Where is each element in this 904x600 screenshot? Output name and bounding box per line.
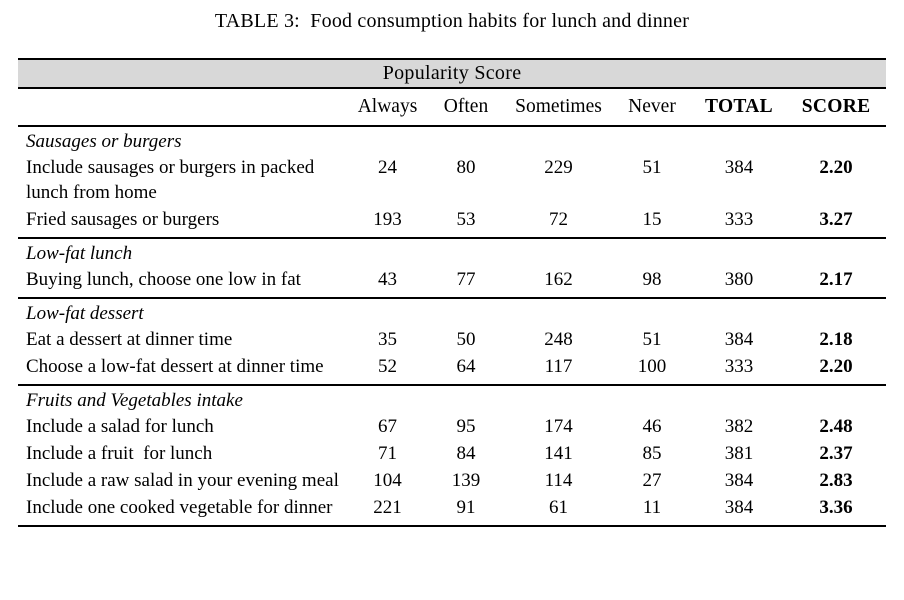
table-row: Include a fruit for lunch 71 84 141 85 381 2.3… xyxy=(18,440,886,467)
cell-sometimes: 141 xyxy=(544,443,573,464)
cell-never: 100 xyxy=(637,356,667,377)
cell-always: 67 xyxy=(378,416,397,437)
cell-never: 51 xyxy=(642,329,662,350)
column-header-sometimes: Sometimes xyxy=(515,96,602,117)
cell-total: 381 xyxy=(724,443,754,464)
section-title: Low-fat lunch xyxy=(26,243,133,264)
row-label: Choose a low-fat dessert at dinner time xyxy=(26,356,324,377)
cell-total: 384 xyxy=(724,157,754,178)
cell-always: 193 xyxy=(373,209,402,230)
cell-often: 95 xyxy=(456,416,476,437)
row-label: Include one cooked vegetable for dinner xyxy=(26,497,333,518)
row-label: Include a fruit for lunch xyxy=(26,443,213,464)
section-title: Low-fat dessert xyxy=(26,303,144,324)
cell-sometimes: 174 xyxy=(544,416,573,437)
cell-always: 35 xyxy=(378,329,397,350)
cell-score: 3.27 xyxy=(819,209,853,230)
table-row: Eat a dessert at dinner time 35 50 248 51 384… xyxy=(18,326,886,353)
row-label: Fried sausages or burgers xyxy=(26,209,220,230)
cell-always: 52 xyxy=(378,356,397,377)
row-label: Include a raw salad in your evening meal xyxy=(26,470,339,491)
cell-score: 2.83 xyxy=(819,470,853,491)
table-row: Include a raw salad in your evening meal… xyxy=(18,467,886,494)
cell-always: 104 xyxy=(373,470,402,491)
section-title: Sausages or burgers xyxy=(26,131,182,152)
cell-always: 71 xyxy=(378,443,397,464)
column-header-score: SCORE xyxy=(801,96,871,117)
table-row: Buying lunch, choose one low in fat 43 77 1… xyxy=(18,266,886,293)
cell-total: 384 xyxy=(724,497,754,518)
table-row: Choose a low-fat dessert at dinner time 5… xyxy=(18,353,886,380)
cell-never: 15 xyxy=(642,209,662,230)
cell-score: 2.20 xyxy=(819,356,853,377)
cell-often: 91 xyxy=(456,497,476,518)
table-container: Popularity Score Always Often Sometimes Neve… xyxy=(18,58,887,528)
column-header-label xyxy=(18,88,348,126)
cell-total: 384 xyxy=(724,470,754,491)
cell-total: 382 xyxy=(724,416,754,437)
row-label: Include a salad for lunch xyxy=(26,416,214,437)
cell-score: 2.48 xyxy=(819,416,853,437)
column-header-always: Always xyxy=(357,96,418,117)
cell-often: 80 xyxy=(456,157,476,178)
cell-always: 221 xyxy=(373,497,402,518)
cell-never: 85 xyxy=(642,443,662,464)
cell-total: 333 xyxy=(724,209,754,230)
section-title-row: Low-fat lunch xyxy=(18,239,886,266)
table-row: Include sausages or burgers in packed lu… xyxy=(18,154,886,206)
table-row: Fried sausages or burgers 193 53 72 15 333 3.2… xyxy=(18,206,886,233)
cell-sometimes: 229 xyxy=(544,157,573,178)
column-header-often: Often xyxy=(443,96,489,117)
cell-always: 24 xyxy=(378,157,397,178)
cell-always: 43 xyxy=(378,269,397,290)
section-title-row: Low-fat dessert xyxy=(18,299,886,326)
table-bottom-rule-line xyxy=(18,525,887,528)
cell-often: 77 xyxy=(456,269,476,290)
cell-sometimes: 248 xyxy=(544,329,573,350)
cell-never: 27 xyxy=(642,470,662,491)
cell-total: 384 xyxy=(724,329,754,350)
food-consumption-table: Popularity Score Always Often Sometimes Neve… xyxy=(18,58,887,528)
cell-often: 50 xyxy=(456,329,476,350)
cell-total: 333 xyxy=(724,356,754,377)
cell-sometimes: 114 xyxy=(544,470,573,491)
section-title-row: Fruits and Vegetables intake xyxy=(18,386,886,413)
cell-often: 139 xyxy=(451,470,481,491)
cell-never: 46 xyxy=(642,416,662,437)
section-title: Fruits and Vegetables intake xyxy=(26,390,243,411)
row-label: Buying lunch, choose one low in fat xyxy=(26,269,301,290)
column-header-row: Always Often Sometimes Never TOTAL SCORE xyxy=(18,88,886,126)
cell-sometimes: 72 xyxy=(549,209,568,230)
cell-never: 11 xyxy=(642,497,662,518)
column-header-total: TOTAL xyxy=(705,96,773,117)
column-header-never: Never xyxy=(628,96,676,117)
cell-score: 2.37 xyxy=(819,443,853,464)
cell-sometimes: 162 xyxy=(544,269,573,290)
cell-score: 2.18 xyxy=(819,329,853,350)
table-page: TABLE 3: Food consumption habits for lun… xyxy=(0,0,904,600)
cell-often: 84 xyxy=(456,443,476,464)
cell-often: 64 xyxy=(456,356,476,377)
table-row: Include a salad for lunch 67 95 174 46 382 2.4… xyxy=(18,413,886,440)
cell-total: 380 xyxy=(724,269,754,290)
table-bottom-rule xyxy=(18,525,887,528)
cell-score: 2.17 xyxy=(819,269,853,290)
cell-often: 53 xyxy=(456,209,476,230)
section-title-row: Sausages or burgers xyxy=(18,127,886,154)
cell-score: 3.36 xyxy=(819,497,853,518)
cell-never: 98 xyxy=(642,269,662,290)
cell-sometimes: 117 xyxy=(544,356,573,377)
page-title: TABLE 3: Food consumption habits for lun… xyxy=(214,10,690,32)
banner-popularity-score: Popularity Score xyxy=(18,58,887,89)
cell-score: 2.20 xyxy=(819,157,853,178)
cell-never: 51 xyxy=(642,157,662,178)
table-banner-row: Popularity Score xyxy=(18,58,887,89)
cell-sometimes: 61 xyxy=(549,497,568,518)
row-label: Include sausages or burgers in packed lu… xyxy=(26,157,319,203)
row-label: Eat a dessert at dinner time xyxy=(26,329,233,350)
table-row: Include one cooked vegetable for dinner 2… xyxy=(18,494,886,521)
